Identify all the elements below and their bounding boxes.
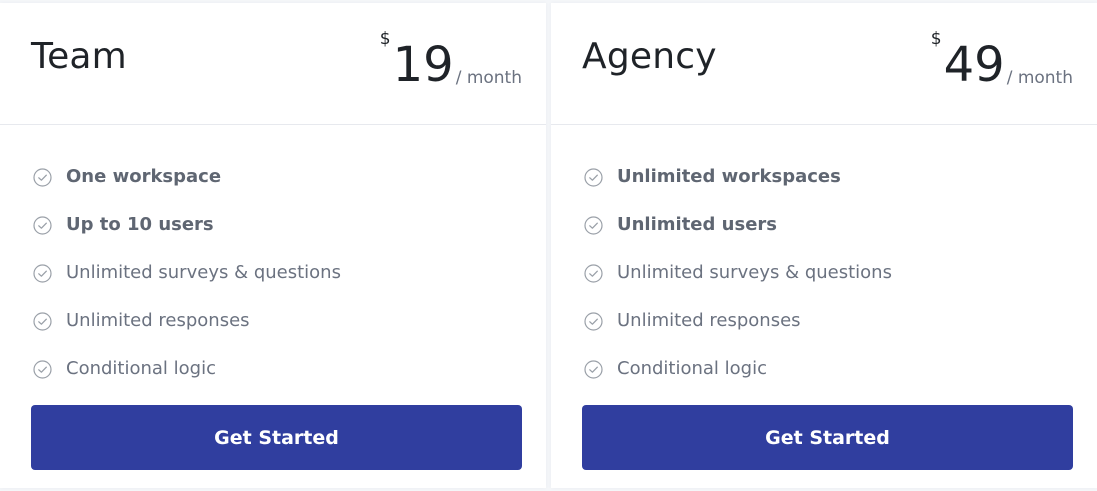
get-started-button-team[interactable]: Get Started	[31, 405, 522, 470]
feature-item: Unlimited surveys & questions	[33, 249, 341, 297]
feature-label: Unlimited workspaces	[617, 166, 841, 187]
feature-item: Unlimited responses	[584, 297, 892, 345]
price-amount: 49	[943, 37, 1005, 93]
plan-name: Team	[31, 36, 127, 77]
card-header: Agency $ 49 / month	[551, 3, 1097, 125]
feature-item: Up to 10 users	[33, 201, 341, 249]
feature-label: Unlimited surveys & questions	[617, 262, 892, 283]
feature-label: Unlimited users	[617, 214, 777, 235]
feature-label: Conditional logic	[617, 358, 767, 379]
check-circle-icon	[584, 359, 603, 379]
plan-price: $ 49 / month	[930, 29, 1073, 93]
check-circle-icon	[33, 263, 52, 283]
get-started-button-agency[interactable]: Get Started	[582, 405, 1073, 470]
check-circle-icon	[33, 311, 52, 331]
price-currency: $	[379, 29, 391, 49]
feature-label: One workspace	[66, 166, 222, 187]
price-period: / month	[1006, 68, 1073, 88]
check-circle-icon	[584, 263, 603, 283]
feature-item: Conditional logic	[33, 345, 341, 393]
card-header: Team $ 19 / month	[0, 3, 546, 125]
feature-label: Conditional logic	[66, 358, 216, 379]
feature-label: Unlimited responses	[66, 310, 250, 331]
check-circle-icon	[33, 359, 52, 379]
pricing-card-team: Team $ 19 / month One workspace Up to 10…	[0, 3, 546, 488]
feature-list: One workspace Up to 10 users Unlimited s…	[33, 153, 341, 393]
feature-item: Unlimited surveys & questions	[584, 249, 892, 297]
pricing-section: Team $ 19 / month One workspace Up to 10…	[0, 0, 1097, 491]
feature-label: Unlimited responses	[617, 310, 801, 331]
price-period: / month	[455, 68, 522, 88]
feature-item: Conditional logic	[584, 345, 892, 393]
feature-item: Unlimited users	[584, 201, 892, 249]
feature-list: Unlimited workspaces Unlimited users Unl…	[584, 153, 892, 393]
check-circle-icon	[584, 311, 603, 331]
plan-name: Agency	[582, 36, 717, 77]
feature-item: Unlimited responses	[33, 297, 341, 345]
check-circle-icon	[33, 215, 52, 235]
check-circle-icon	[584, 215, 603, 235]
price-currency: $	[930, 29, 942, 49]
price-amount: 19	[392, 37, 454, 93]
check-circle-icon	[33, 167, 52, 187]
pricing-card-agency: Agency $ 49 / month Unlimited workspaces…	[551, 3, 1097, 488]
feature-item: One workspace	[33, 153, 341, 201]
check-circle-icon	[584, 167, 603, 187]
plan-price: $ 19 / month	[379, 29, 522, 93]
feature-label: Unlimited surveys & questions	[66, 262, 341, 283]
feature-item: Unlimited workspaces	[584, 153, 892, 201]
feature-label: Up to 10 users	[66, 214, 214, 235]
